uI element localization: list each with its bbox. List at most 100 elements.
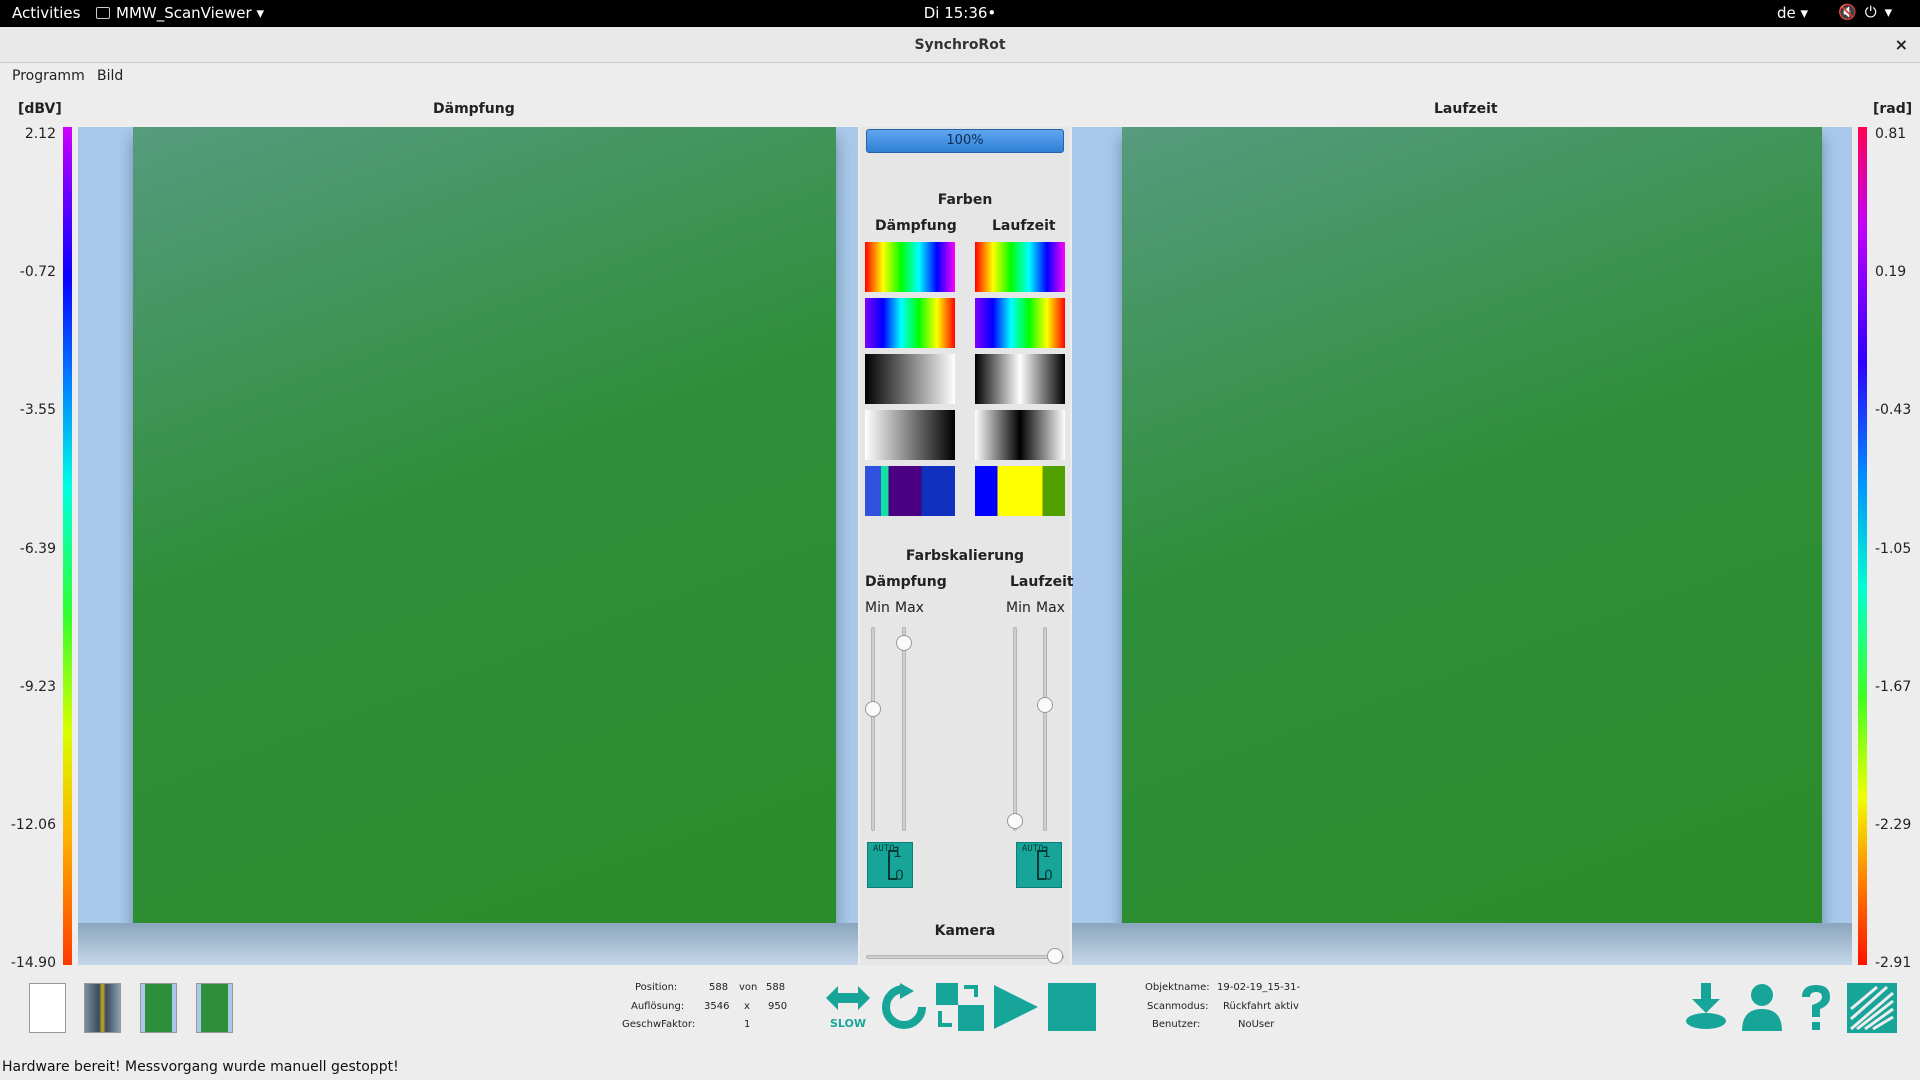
left-panel-title: Dämpfung (433, 101, 515, 117)
colormap-rainbow-damp[interactable] (865, 242, 955, 292)
tick-label: -1.67 (1875, 678, 1912, 695)
scanmodus-label: Scanmodus: (1147, 1001, 1209, 1012)
reload-button[interactable] (880, 983, 928, 1035)
auto-zero-label: 0 (1044, 868, 1053, 884)
colormap-gray-damp[interactable] (865, 354, 955, 404)
tick-label: -0.43 (1875, 402, 1912, 419)
stop-icon (1048, 983, 1096, 1031)
lauf-min-knob[interactable] (1007, 812, 1023, 829)
window-title: SynchroRot (914, 37, 1006, 53)
language-selector[interactable]: de ▾ (1777, 4, 1808, 22)
colormap-gray-peak-lauf[interactable] (975, 354, 1065, 404)
thumbnail-laufzeit[interactable] (196, 983, 233, 1033)
colormap-rainbow-rev-lauf[interactable] (975, 298, 1065, 348)
help-button[interactable] (1794, 983, 1838, 1037)
auto-scale-lauf-button[interactable]: AUTO 1 0 (1016, 842, 1062, 888)
system-menu[interactable]: 🔇⏻▾ (1838, 3, 1900, 21)
geschw-label: GeschwFaktor: (622, 1019, 696, 1030)
clock-label: Di 15:36 (923, 4, 988, 22)
tick-label: -2.29 (1875, 816, 1912, 833)
scan-green-region (1122, 127, 1822, 923)
colormap-rainbow-rev-damp[interactable] (865, 298, 955, 348)
menu-bar: Programm Bild (0, 64, 1920, 89)
laufzeit-image[interactable] (1072, 127, 1852, 965)
lauf-max-slider[interactable] (1043, 627, 1047, 831)
thumbnail-camera[interactable] (84, 983, 121, 1033)
colormap-rainbow-lauf[interactable] (975, 242, 1065, 292)
lauf-max-label: Max (1036, 600, 1065, 616)
damp-min-slider[interactable] (871, 627, 875, 831)
objektname-value: 19-02-19_15-31- (1217, 982, 1301, 993)
tick-label: -6.39 (19, 540, 56, 557)
colormap-discrete-damp[interactable] (865, 466, 955, 516)
window-icon (96, 7, 110, 19)
slow-button[interactable]: SLOW (824, 983, 872, 1030)
tick-label: -2.91 (1875, 955, 1912, 971)
benutzer-value: NoUser (1238, 1019, 1275, 1030)
colormap-gray-rev-damp[interactable] (865, 410, 955, 460)
left-unit-label: [dBV] (18, 101, 62, 117)
control-panel: 100% Farben Dämpfung Laufzeit Farbskalie… (860, 127, 1074, 965)
damp-max-knob[interactable] (896, 635, 912, 652)
menu-bild[interactable]: Bild (97, 68, 123, 84)
benutzer-label: Benutzer: (1152, 1019, 1201, 1030)
skal-laufzeit-label: Laufzeit (1010, 574, 1074, 590)
activities-button[interactable]: Activities (12, 4, 80, 22)
menu-programm[interactable]: Programm (12, 68, 85, 84)
speaker-muted-icon: 🔇 (1838, 3, 1865, 21)
aufloesung-width: 3546 (704, 1001, 730, 1012)
app-menu[interactable]: MMW_ScanViewer ▾ (96, 4, 264, 22)
chevron-down-icon: ▾ (1884, 3, 1901, 21)
thumbnail-blank[interactable] (29, 983, 66, 1033)
thumbnail-daempfung[interactable] (140, 983, 177, 1033)
position-value: 588 (709, 982, 729, 993)
colormap-discrete-lauf[interactable] (975, 466, 1065, 516)
play-button[interactable] (992, 983, 1040, 1035)
scan-green-region (133, 127, 836, 923)
daempfung-image[interactable] (78, 127, 858, 965)
system-top-bar: Activities MMW_ScanViewer ▾ Di 15:36• de… (0, 0, 1920, 27)
progress-label: 100% (946, 133, 984, 148)
right-panel-title: Laufzeit (1434, 101, 1498, 117)
close-window-button[interactable]: × (1895, 27, 1908, 63)
lauf-max-knob[interactable] (1037, 696, 1053, 713)
user-button[interactable] (1740, 983, 1784, 1035)
logo-icon (1847, 983, 1897, 1033)
download-button[interactable] (1684, 983, 1728, 1035)
position-label: Position: (635, 982, 678, 993)
rotate-image-button[interactable] (936, 983, 984, 1035)
clock[interactable]: Di 15:36• (0, 4, 1920, 22)
tick-label: -9.23 (19, 678, 56, 695)
right-unit-label: [rad] (1873, 101, 1913, 117)
auto-one-label: 1 (1042, 845, 1051, 861)
auto-scale-damp-button[interactable]: AUTO 1 0 (867, 842, 913, 888)
play-icon (994, 985, 1038, 1029)
app-menu-label: MMW_ScanViewer (116, 4, 252, 22)
tick-label: -1.05 (1875, 540, 1912, 557)
damp-max-slider[interactable] (902, 627, 906, 831)
lauf-min-slider[interactable] (1013, 627, 1017, 831)
language-label: de (1777, 4, 1796, 22)
damp-min-label: Min (865, 600, 890, 616)
farbskalierung-title: Farbskalierung (905, 548, 1025, 564)
reload-icon (882, 983, 926, 1029)
scanmodus-value: Rückfahrt aktiv (1223, 1001, 1299, 1012)
damp-min-knob[interactable] (865, 700, 881, 717)
left-colorbar (63, 127, 72, 965)
tick-label: 0.81 (1875, 126, 1907, 142)
auto-one-label: 1 (893, 845, 902, 861)
kamera-slider-knob[interactable] (1047, 948, 1063, 964)
tick-label: -0.72 (19, 264, 56, 281)
auto-label: AUTO (873, 844, 895, 854)
stop-button[interactable] (1048, 983, 1096, 1035)
position-total: 588 (766, 982, 786, 993)
slow-label: SLOW (829, 1017, 867, 1030)
double-arrow-icon (826, 986, 870, 1010)
aufloesung-x: x (744, 1001, 750, 1012)
tick-label: -3.55 (19, 402, 56, 419)
colormap-gray-valley-lauf[interactable] (975, 410, 1065, 460)
kamera-slider[interactable] (866, 955, 1064, 959)
tick-label: -12.06 (10, 816, 56, 833)
rotate-icon (936, 983, 984, 1031)
geschw-value: 1 (744, 1019, 751, 1030)
